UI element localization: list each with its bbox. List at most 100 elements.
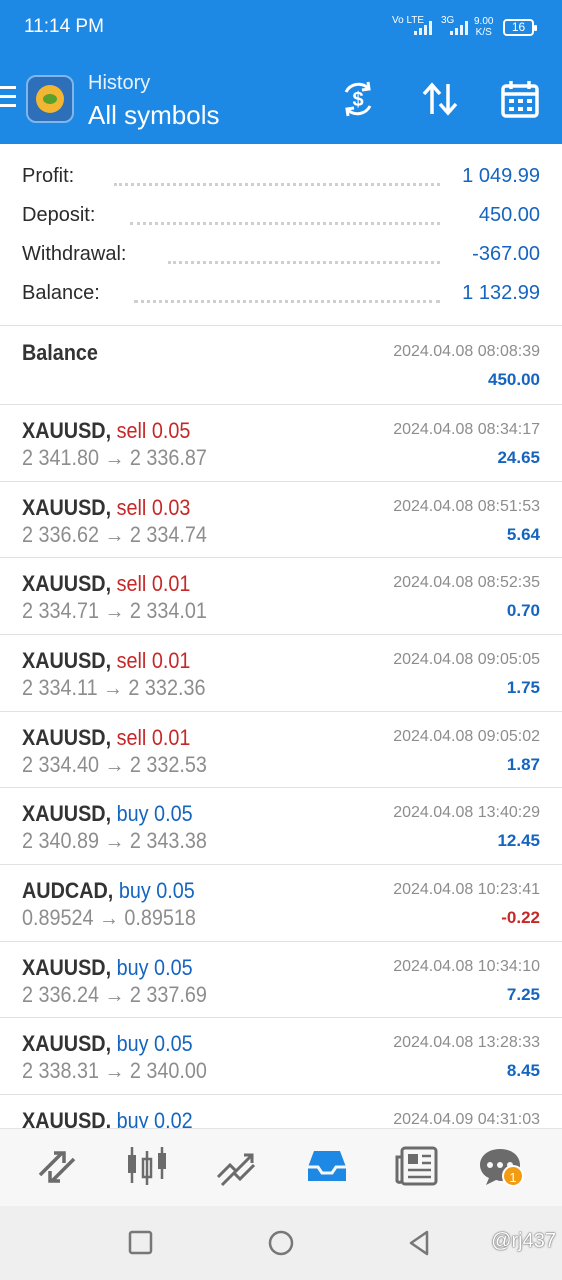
recents-button[interactable] xyxy=(126,1228,156,1258)
trade-row[interactable]: AUDCAD, buy 0.05 0.89524 → 0.89518 2024.… xyxy=(0,865,562,942)
trade-symbol: XAUUSD, buy 0.05 xyxy=(22,801,193,826)
trade-profit: 12.45 xyxy=(497,831,540,850)
summary-row-balance: Balance: 1 132.99 xyxy=(22,282,540,312)
trade-profit: 8.45 xyxy=(506,1061,540,1080)
summary-row-deposit: Deposit: 450.00 xyxy=(22,204,540,234)
trade-row[interactable]: XAUUSD, buy 0.05 2 340.89 → 2 343.38 202… xyxy=(0,788,562,865)
trade-date: 2024.04.08 09:05:02 xyxy=(393,728,540,745)
trade-date: 2024.04.08 10:23:41 xyxy=(393,881,540,898)
summary-label: Balance: xyxy=(22,282,108,305)
trade-symbol: XAUUSD, buy 0.05 xyxy=(22,1031,193,1056)
symbol-filter[interactable]: All symbols xyxy=(88,100,219,131)
trade-type: sell 0.05 xyxy=(116,418,191,443)
trade-row[interactable]: XAUUSD, sell 0.05 2 341.80 → 2 336.87 20… xyxy=(0,405,562,482)
system-nav-bar: @rj437 xyxy=(0,1206,562,1280)
battery-icon: 16 xyxy=(503,19,537,36)
trade-profit: 5.64 xyxy=(506,525,540,544)
balance-entry[interactable]: Balance 2024.04.08 08:08:39 450.00 xyxy=(0,327,562,405)
trade-date: 2024.04.08 13:40:29 xyxy=(393,804,540,821)
status-bar: 11:14 PM Vo LTE 3G 9.00 K/S 16 xyxy=(0,0,562,56)
back-button[interactable] xyxy=(404,1228,434,1258)
trade-prices: 2 334.71 → 2 334.01 xyxy=(22,598,207,623)
sort-icon[interactable] xyxy=(420,78,460,120)
summary-value: -367.00 xyxy=(464,243,540,266)
trade-profit: 7.25 xyxy=(506,985,540,1004)
news-icon[interactable] xyxy=(394,1143,440,1189)
signal-strength-2-icon xyxy=(448,19,470,35)
trade-prices: 2 338.31 → 2 340.00 xyxy=(22,1058,207,1083)
bottom-nav: 1 xyxy=(0,1128,562,1206)
trade-prices: 2 334.11 → 2 332.36 xyxy=(22,675,206,700)
trade-profit: 0.70 xyxy=(506,601,540,620)
quotes-icon[interactable] xyxy=(34,1143,80,1189)
trade-date: 2024.04.08 08:51:53 xyxy=(393,498,540,515)
trade-profit: 1.75 xyxy=(506,678,540,697)
summary-value: 1 049.99 xyxy=(454,165,540,188)
trade-symbol: XAUUSD, sell 0.03 xyxy=(22,495,191,520)
calendar-icon[interactable] xyxy=(500,78,540,120)
trade-date: 2024.04.08 10:34:10 xyxy=(393,958,540,975)
summary-label: Withdrawal: xyxy=(22,243,135,266)
trade-prices: 2 341.80 → 2 336.87 xyxy=(22,445,207,470)
summary-value: 450.00 xyxy=(470,204,540,227)
header-title: History xyxy=(88,72,151,94)
trade-symbol: XAUUSD, sell 0.05 xyxy=(22,418,191,443)
trade-date: 2024.04.08 13:28:33 xyxy=(393,1034,540,1051)
dotted-leader xyxy=(114,183,440,186)
trade-date: 2024.04.09 04:31:03 xyxy=(393,1111,540,1128)
home-button[interactable] xyxy=(266,1228,296,1258)
svg-text:$: $ xyxy=(352,89,363,111)
trade-type: buy 0.05 xyxy=(116,1031,193,1056)
trade-symbol: XAUUSD, sell 0.01 xyxy=(22,571,191,596)
trade-symbol: AUDCAD, buy 0.05 xyxy=(22,878,195,903)
trade-row[interactable]: XAUUSD, buy 0.02 2024.04.09 04:31:03 xyxy=(0,1095,562,1128)
menu-icon[interactable] xyxy=(0,86,16,108)
trade-row[interactable]: XAUUSD, sell 0.01 2 334.71 → 2 334.01 20… xyxy=(0,558,562,635)
trade-type: sell 0.03 xyxy=(116,495,191,520)
trade-symbol: XAUUSD, buy 0.05 xyxy=(22,955,193,980)
trade-type: buy 0.05 xyxy=(118,878,195,903)
trade-symbol: XAUUSD, sell 0.01 xyxy=(22,725,191,750)
summary-label: Profit: xyxy=(22,165,83,188)
trade-profit: -0.22 xyxy=(501,908,540,927)
trade-date: 2024.04.08 08:34:17 xyxy=(393,421,540,438)
messages-badge: 1 xyxy=(502,1165,524,1187)
trade-type: sell 0.01 xyxy=(116,648,191,673)
entry-amount: 450.00 xyxy=(488,370,540,389)
watermark: @rj437 xyxy=(491,1230,556,1252)
account-summary: Profit: 1 049.99 Deposit: 450.00 Withdra… xyxy=(0,144,562,326)
history-list[interactable]: Balance 2024.04.08 08:08:39 450.00 XAUUS… xyxy=(0,327,562,1128)
trade-prices: 2 340.89 → 2 343.38 xyxy=(22,828,207,853)
summary-row-withdrawal: Withdrawal: -367.00 xyxy=(22,243,540,273)
dotted-leader xyxy=(134,300,440,303)
trade-symbol: XAUUSD, sell 0.01 xyxy=(22,648,191,673)
trade-type: buy 0.02 xyxy=(116,1108,193,1128)
balance-title: Balance xyxy=(22,340,98,365)
net-speed-unit: K/S xyxy=(475,27,492,38)
summary-label: Deposit: xyxy=(22,204,104,227)
trade-prices: 2 336.62 → 2 334.74 xyxy=(22,522,207,547)
signal-strength-icon xyxy=(414,19,436,35)
trade-profit: 24.65 xyxy=(497,448,540,467)
messages-icon[interactable]: 1 xyxy=(478,1143,524,1189)
app-header: 11:14 PM Vo LTE 3G 9.00 K/S 16 History A… xyxy=(0,0,562,144)
trade-prices: 0.89524 → 0.89518 xyxy=(22,905,196,930)
trade-row[interactable]: XAUUSD, sell 0.03 2 336.62 → 2 334.74 20… xyxy=(0,482,562,558)
dotted-leader xyxy=(168,261,440,264)
trade-row[interactable]: XAUUSD, buy 0.05 2 336.24 → 2 337.69 202… xyxy=(0,942,562,1018)
trade-row[interactable]: XAUUSD, sell 0.01 2 334.11 → 2 332.36 20… xyxy=(0,635,562,712)
trade-type: buy 0.05 xyxy=(116,955,193,980)
dollar-swap-icon[interactable]: $ xyxy=(338,78,378,120)
trade-prices: 2 336.24 → 2 337.69 xyxy=(22,982,207,1007)
history-icon[interactable] xyxy=(304,1143,350,1189)
dotted-leader xyxy=(130,222,440,225)
trade-profit: 1.87 xyxy=(506,755,540,774)
trade-prices: 2 334.40 → 2 332.53 xyxy=(22,752,207,777)
trade-row[interactable]: XAUUSD, buy 0.05 2 338.31 → 2 340.00 202… xyxy=(0,1018,562,1095)
chart-icon[interactable] xyxy=(124,1143,170,1189)
trade-row[interactable]: XAUUSD, sell 0.01 2 334.40 → 2 332.53 20… xyxy=(0,712,562,788)
trade-icon[interactable] xyxy=(214,1143,260,1189)
entry-date: 2024.04.08 08:08:39 xyxy=(393,343,540,360)
trade-date: 2024.04.08 08:52:35 xyxy=(393,574,540,591)
summary-value: 1 132.99 xyxy=(454,282,540,305)
